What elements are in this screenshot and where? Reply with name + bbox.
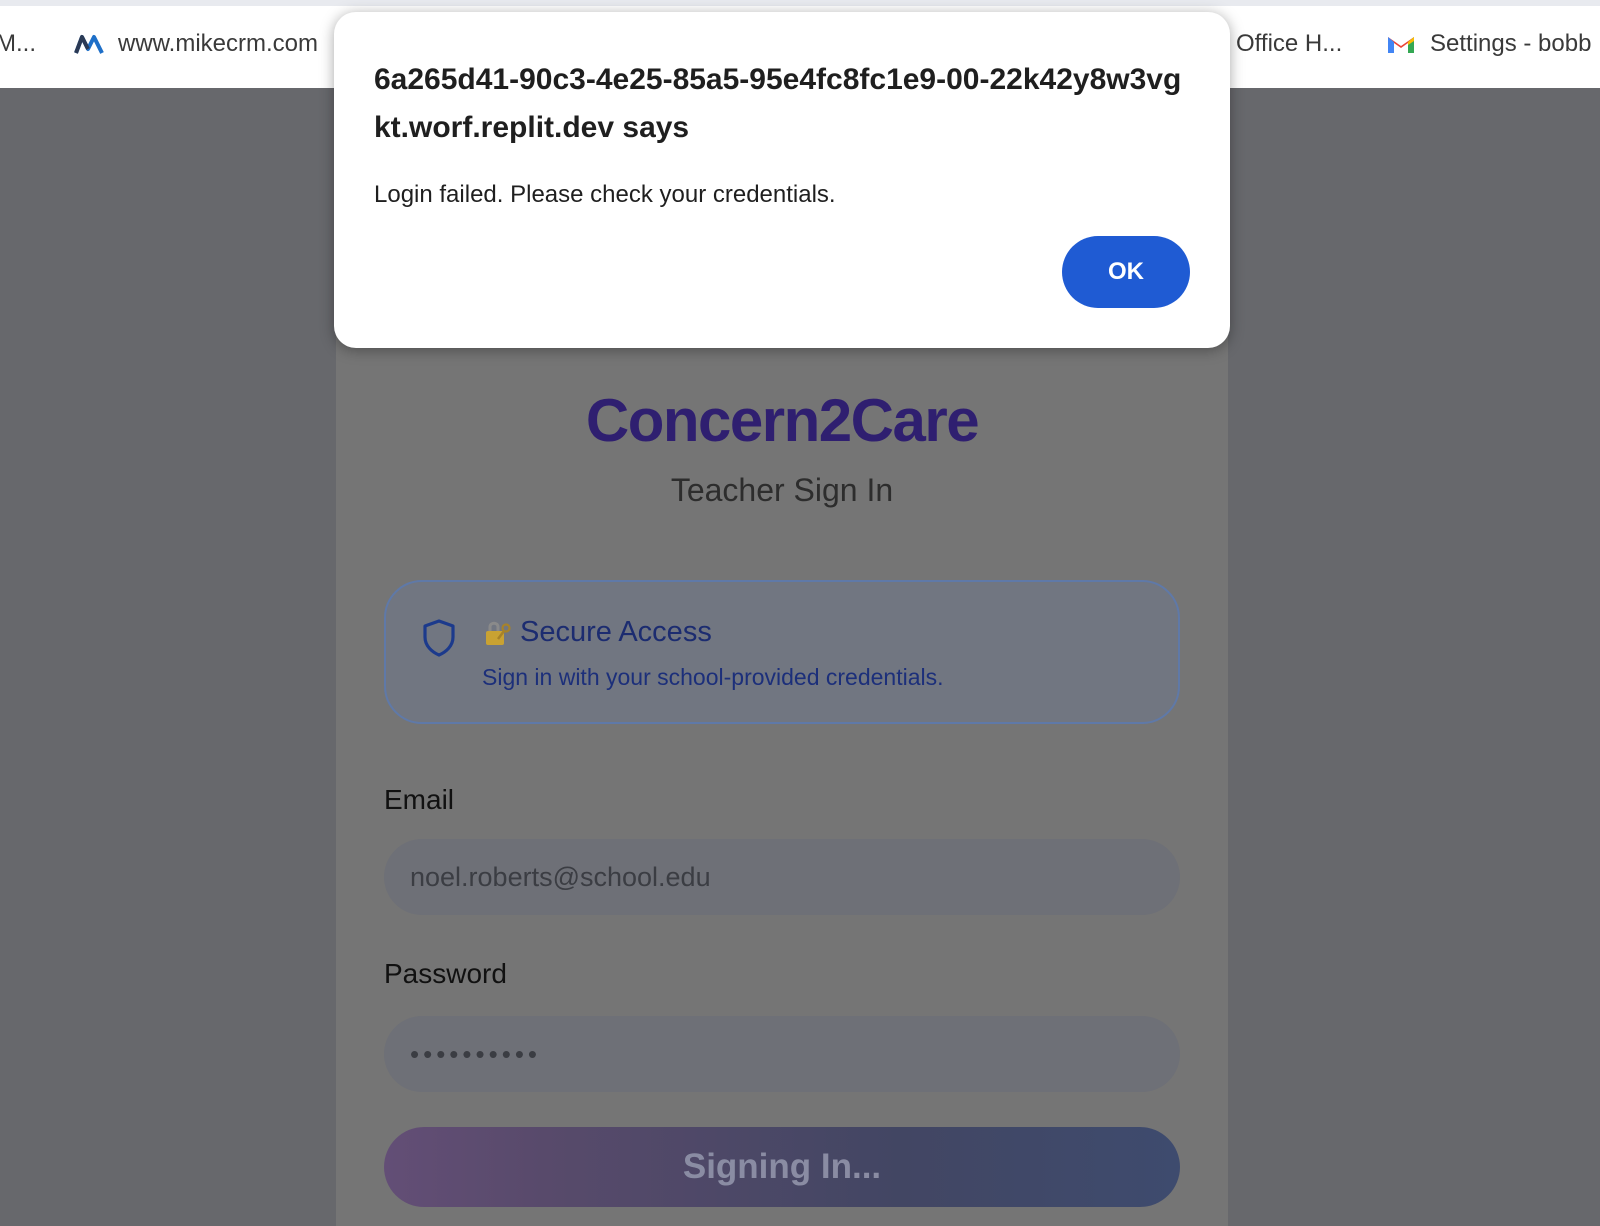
bookmark-label: Office H...: [1236, 30, 1343, 57]
password-label: Password: [384, 958, 507, 989]
ok-button[interactable]: OK: [1062, 236, 1190, 308]
mikecrm-logo-icon: [74, 33, 104, 55]
dialog-message: Login failed. Please check your credenti…: [374, 181, 836, 208]
dialog-title: 6a265d41-90c3-4e25-85a5-95e4fc8fc1e9-00-…: [374, 63, 1182, 144]
password-field[interactable]: ••••••••••: [384, 1016, 1180, 1092]
email-field[interactable]: noel.roberts@school.edu: [384, 839, 1180, 915]
notice-title: Secure Access: [482, 616, 712, 649]
gmail-icon: [1386, 33, 1416, 55]
brand-title: Concern2Care: [585, 387, 980, 454]
bookmark-item-m[interactable]: M...: [0, 30, 36, 58]
bookmark-label: M...: [0, 30, 36, 57]
notice-title-text: Secure Access: [520, 616, 712, 648]
bookmark-item-office[interactable]: Office H...: [1236, 30, 1342, 58]
bookmark-item-mikecrm[interactable]: www.mikecrm.com: [74, 30, 318, 58]
email-label: Email: [384, 784, 455, 815]
alert-dialog: 6a265d41-90c3-4e25-85a5-95e4fc8fc1e9-00-…: [334, 12, 1230, 348]
lock-key-icon: [482, 618, 512, 648]
bookmark-item-gmail-settings[interactable]: Settings - bobb: [1386, 30, 1591, 58]
notice-description: Sign in with your school-provided creden…: [482, 664, 944, 690]
shield-icon: [422, 618, 456, 663]
sign-in-button[interactable]: Signing In...: [384, 1127, 1180, 1207]
bookmark-label: Settings - bobb: [1430, 30, 1592, 57]
secure-access-notice: Secure Access Sign in with your school-p…: [384, 580, 1180, 724]
page-subtitle: Teacher Sign In: [670, 472, 894, 508]
bookmark-label: www.mikecrm.com: [118, 30, 319, 57]
